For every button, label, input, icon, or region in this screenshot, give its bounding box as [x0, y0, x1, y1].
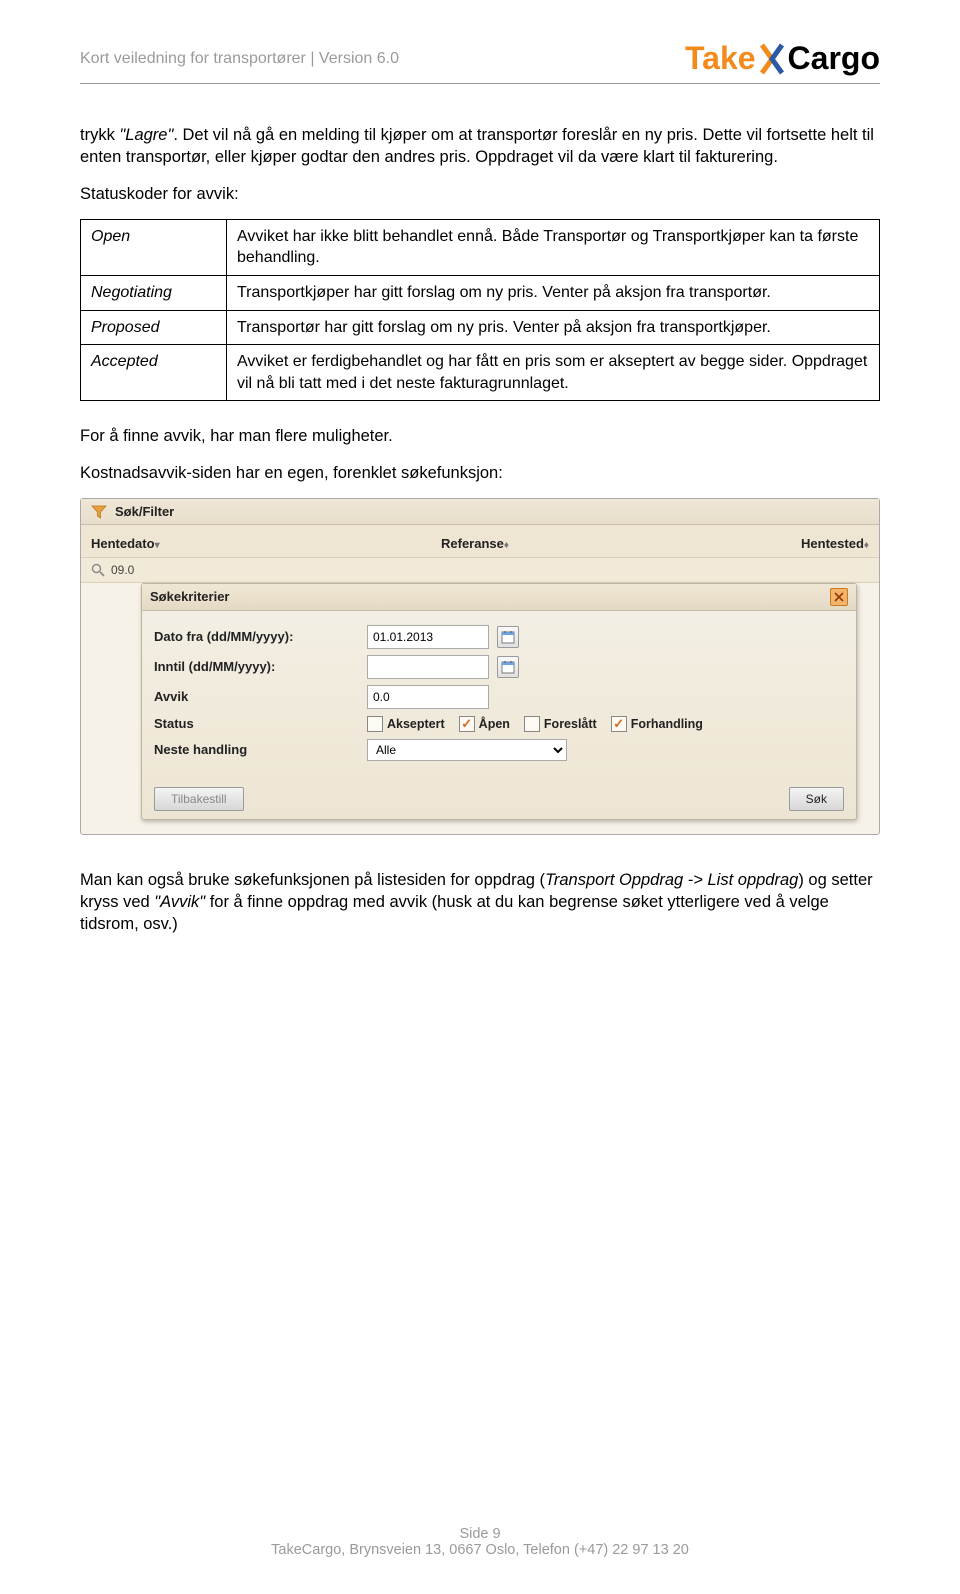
datofra-label: Dato fra (dd/MM/yyyy):: [154, 628, 359, 646]
nav-path: Transport Oppdrag -> List oppdrag: [545, 871, 798, 889]
col-hentested[interactable]: Hentested: [801, 536, 864, 551]
date-row: 09.0: [81, 558, 879, 583]
doc-header-title: Kort veiledning for transportører | Vers…: [80, 50, 399, 68]
intro-para-1: trykk "Lagre". Det vil nå gå en melding …: [80, 124, 880, 169]
sokfilter-label: Søk/Filter: [115, 503, 174, 521]
bottom-para: Man kan også bruke søkefunksjonen på lis…: [80, 869, 880, 936]
status-desc: Avviket er ferdigbehandlet og har fått e…: [227, 345, 880, 401]
neste-handling-label: Neste handling: [154, 741, 359, 759]
table-row: Proposed Transportør har gitt forslag om…: [81, 310, 880, 345]
reset-button[interactable]: Tilbakestill: [154, 787, 244, 811]
logo-take: Take: [685, 40, 756, 77]
checkbox-foreslatt[interactable]: [524, 716, 540, 732]
checkbox-apen[interactable]: ✓: [459, 716, 475, 732]
page-number: Side 9: [0, 1526, 960, 1542]
close-button[interactable]: [830, 588, 848, 606]
dialog-title: Søkekriterier: [150, 588, 230, 606]
chk-forhandling-label: Forhandling: [631, 716, 703, 733]
avvik-input[interactable]: [367, 685, 489, 709]
logo-cargo: Cargo: [788, 40, 880, 77]
filter-icon: [91, 504, 107, 520]
status-desc: Avviket har ikke blitt behandlet ennå. B…: [227, 219, 880, 275]
search-filter-panel: Søk/Filter Hentedato▾ Referanse♦ Hentest…: [80, 498, 880, 835]
neste-handling-select[interactable]: Alle: [367, 739, 567, 761]
table-row: Open Avviket har ikke blitt behandlet en…: [81, 219, 880, 275]
search-button[interactable]: Søk: [789, 787, 844, 811]
mid-para-1: For å finne avvik, har man flere mulighe…: [80, 425, 880, 447]
datofra-input[interactable]: [367, 625, 489, 649]
intro-p1-part-a: trykk: [80, 126, 119, 144]
calendar-button[interactable]: [497, 626, 519, 648]
date-value: 09.0: [111, 562, 134, 578]
sort-icon: ♦: [864, 540, 869, 551]
chk-foreslatt-label: Foreslått: [544, 716, 597, 733]
intro-p1-part-b: . Det vil nå gå en melding til kjøper om…: [80, 126, 874, 166]
footer-address: TakeCargo, Brynsveien 13, 0667 Oslo, Tel…: [0, 1542, 960, 1558]
status-code: Proposed: [81, 310, 227, 345]
checkbox-akseptert[interactable]: [367, 716, 383, 732]
status-code: Open: [81, 219, 227, 275]
bottom-text-a: Man kan også bruke søkefunksjonen på lis…: [80, 871, 545, 889]
avvik-literal: "Avvik": [154, 893, 205, 911]
status-desc: Transportkjøper har gitt forslag om ny p…: [227, 275, 880, 310]
inntil-label: Inntil (dd/MM/yyyy):: [154, 658, 359, 676]
checkbox-forhandling[interactable]: ✓: [611, 716, 627, 732]
calendar-button[interactable]: [497, 656, 519, 678]
col-hentedato[interactable]: Hentedato: [91, 536, 155, 551]
sort-icon: ♦: [504, 540, 509, 551]
chk-akseptert-label: Akseptert: [387, 716, 445, 733]
page-footer: Side 9 TakeCargo, Brynsveien 13, 0667 Os…: [0, 1526, 960, 1558]
status-desc: Transportør har gitt forslag om ny pris.…: [227, 310, 880, 345]
lagre-literal: "Lagre": [119, 126, 173, 144]
table-row: Accepted Avviket er ferdigbehandlet og h…: [81, 345, 880, 401]
statuskoder-heading: Statuskoder for avvik:: [80, 183, 880, 205]
status-checkbox-group: Akseptert ✓Åpen Foreslått ✓Forhandling: [367, 716, 703, 733]
status-code: Accepted: [81, 345, 227, 401]
chk-apen-label: Åpen: [479, 716, 510, 733]
search-icon[interactable]: [91, 563, 105, 577]
column-headers: Hentedato▾ Referanse♦ Hentested♦: [81, 525, 879, 558]
inntil-input[interactable]: [367, 655, 489, 679]
sort-icon: ▾: [155, 540, 160, 551]
status-code: Negotiating: [81, 275, 227, 310]
logo-glyph-icon: [758, 43, 786, 75]
brand-logo: Take Cargo: [685, 40, 880, 77]
mid-para-2: Kostnadsavvik-siden har en egen, forenkl…: [80, 462, 880, 484]
avvik-label: Avvik: [154, 688, 359, 706]
table-row: Negotiating Transportkjøper har gitt for…: [81, 275, 880, 310]
col-referanse[interactable]: Referanse: [441, 536, 504, 551]
status-label: Status: [154, 715, 359, 733]
status-codes-table: Open Avviket har ikke blitt behandlet en…: [80, 219, 880, 402]
search-criteria-dialog: Søkekriterier Dato fra (dd/MM/yyyy):: [141, 583, 857, 820]
